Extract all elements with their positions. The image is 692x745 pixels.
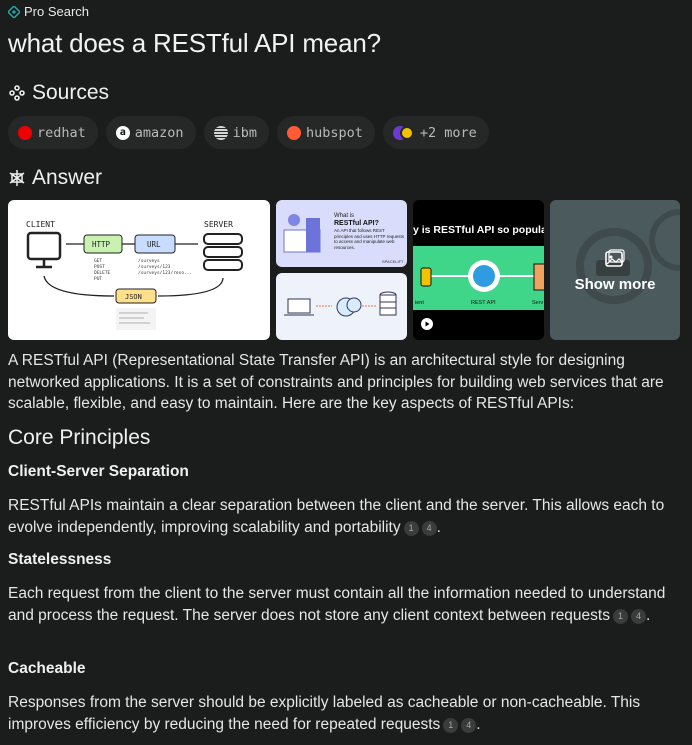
diagram-method-put: PUT (94, 276, 102, 282)
diagram-path-3: /surveys/123/reso... (138, 270, 192, 276)
diagram-url-label: URL (147, 240, 161, 249)
amazon-favicon-icon: a (115, 125, 130, 140)
source-chip-ibm[interactable]: ibm (203, 116, 269, 149)
source-label: ibm (232, 124, 257, 141)
sources-title: Sources (32, 81, 110, 104)
sources-icon (9, 85, 25, 101)
restful-api-description: An API that follows REST principles and … (334, 228, 404, 250)
video-frame: ient REST API Serv (413, 246, 544, 310)
pro-search-label: Pro Search (8, 4, 89, 19)
section-text-statelessness: Each request from the client to the serv… (8, 585, 666, 624)
answer-title: Answer (32, 166, 103, 189)
video-headline: y is RESTful API so popular (413, 224, 544, 236)
ibm-favicon-icon (213, 125, 228, 140)
answer-icon (9, 170, 25, 186)
section-title-statelessness: Statelessness (8, 551, 112, 568)
sources-list: redhat a amazon ibm hubspot +2 more (8, 116, 489, 149)
more-sources-favicons-icon (392, 125, 415, 141)
rest-diagram-graphic: CLIENT SERVER HTTP URL GET POST DELETE P… (26, 220, 243, 330)
section-body: RESTful APIs maintain a clear separation… (8, 497, 665, 536)
restful-api-title: RESTful API? (334, 220, 379, 227)
diagram-client-label: CLIENT (26, 220, 55, 229)
diagram-method-get: GET (94, 258, 102, 264)
diagram-http-label: HTTP (92, 240, 111, 249)
diagram-path-1: /surveys (138, 258, 160, 264)
source-label: amazon (134, 124, 184, 141)
answer-heading: Answer (8, 166, 102, 190)
answer-intro: A RESTful API (Representational State Tr… (8, 352, 664, 412)
what-is-label: What is (334, 213, 354, 219)
image-rest-popular-video[interactable]: y is RESTful API so popular ient REST AP… (413, 200, 544, 340)
hubspot-favicon-icon (286, 125, 301, 140)
section-body: Each request from the client to the serv… (8, 585, 666, 624)
source-chip-amazon[interactable]: a amazon (105, 116, 196, 149)
citation-badge[interactable]: 4 (630, 608, 646, 624)
pro-search-text: Pro Search (24, 4, 90, 19)
diagram-method-post: POST (94, 264, 105, 270)
image-what-is-restful[interactable]: What is RESTful API? An API that follows… (276, 200, 407, 267)
source-chip-hubspot[interactable]: hubspot (276, 116, 375, 149)
source-label: redhat (37, 124, 86, 141)
show-more-label: Show more (574, 275, 656, 293)
redhat-favicon-icon (18, 125, 32, 140)
image-cloud-database[interactable] (276, 273, 407, 340)
section-title-client-server: Client-Server Separation (8, 463, 189, 480)
cloud-database-graphic (284, 291, 397, 317)
gallery-icon (605, 248, 625, 267)
source-chip-redhat[interactable]: redhat (8, 116, 98, 149)
diagram-server-label: SERVER (204, 220, 233, 229)
diagram-json-label: JSON (125, 293, 142, 301)
more-sources-button[interactable]: +2 more (382, 116, 489, 149)
image-rest-diagram[interactable]: CLIENT SERVER HTTP URL GET POST DELETE P… (8, 200, 270, 340)
citation-badge[interactable]: 4 (421, 520, 437, 536)
citation-badge[interactable]: 4 (461, 717, 477, 733)
source-label: hubspot (305, 124, 363, 141)
what-is-restful-graphic: What is RESTful API? An API that follows… (283, 213, 404, 264)
more-sources-label: +2 more (419, 124, 477, 141)
show-more-images-button[interactable]: Show more (550, 200, 680, 340)
answer-images: CLIENT SERVER HTTP URL GET POST DELETE P… (8, 200, 680, 340)
video-client-label: ient (415, 300, 424, 306)
sources-heading: Sources (8, 81, 109, 105)
spacelift-brand: SPACELIFT (382, 259, 404, 264)
query-title: what does a RESTful API mean? (8, 28, 381, 58)
section-title-cacheable: Cacheable (8, 660, 86, 677)
video-server-label: Serv (532, 300, 544, 306)
citation-badge[interactable]: 1 (443, 717, 459, 733)
citation-badge[interactable]: 1 (403, 520, 419, 536)
core-principles-heading: Core Principles (8, 426, 151, 449)
diagram-method-delete: DELETE (94, 270, 111, 276)
diagram-path-2: /surveys/123 (138, 264, 171, 270)
video-rest-api-label: REST API (471, 300, 496, 306)
section-body: Responses from the server should be expl… (8, 694, 641, 733)
citation-badge[interactable]: 1 (612, 608, 628, 624)
section-text-cacheable: Responses from the server should be expl… (8, 694, 641, 733)
pro-search-icon (8, 5, 20, 18)
video-play-icon[interactable] (421, 318, 433, 330)
section-text-client-server: RESTful APIs maintain a clear separation… (8, 497, 665, 536)
